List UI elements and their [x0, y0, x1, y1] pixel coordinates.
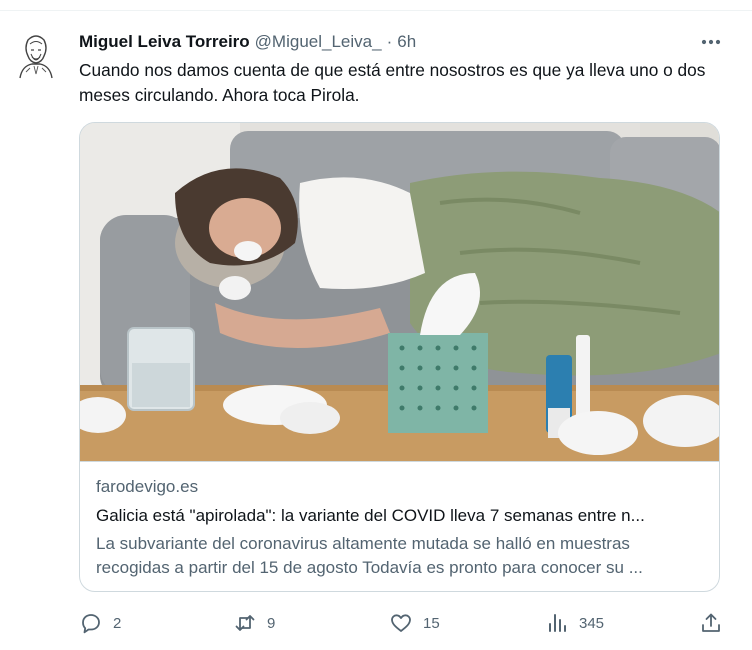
action-bar: 2 9 15 345	[79, 610, 724, 636]
like-count: 15	[423, 614, 440, 632]
avatar[interactable]	[14, 30, 58, 80]
more-icon	[701, 39, 721, 45]
author-name[interactable]: Miguel Leiva Torreiro	[79, 32, 250, 52]
reply-count: 2	[113, 614, 122, 632]
sick-woman-photo	[80, 123, 719, 461]
tweet: Miguel Leiva Torreiro @Miguel_Leiva_ · 6…	[0, 0, 752, 650]
retweet-count: 9	[267, 614, 276, 632]
link-card[interactable]: farodevigo.es Galicia está "apirolada": …	[79, 122, 720, 592]
card-description: La subvariante del coronavirus altamente…	[96, 534, 643, 577]
avatar-sketch-icon	[14, 30, 58, 80]
like-button[interactable]: 15	[389, 610, 440, 636]
more-button[interactable]	[698, 34, 724, 50]
retweet-icon	[235, 615, 255, 631]
tweet-header: Miguel Leiva Torreiro @Miguel_Leiva_ · 6…	[79, 31, 416, 53]
share-button[interactable]	[699, 610, 723, 636]
views-button[interactable]: 345	[545, 610, 604, 636]
reply-button[interactable]: 2	[79, 610, 121, 636]
card-divider	[80, 461, 719, 462]
tweet-text: Cuando nos damos cuenta de que está entr…	[79, 60, 706, 105]
views-count: 345	[579, 614, 605, 632]
card-domain: farodevigo.es	[96, 477, 199, 496]
tweet-time[interactable]: 6h	[397, 32, 416, 52]
card-title[interactable]: Galicia está "apirolada": la variante de…	[96, 506, 706, 526]
author-handle[interactable]: @Miguel_Leiva_	[255, 32, 382, 52]
reply-icon	[82, 614, 100, 634]
card-image[interactable]	[80, 123, 719, 461]
views-icon	[549, 614, 566, 632]
retweet-button[interactable]: 9	[233, 610, 275, 636]
like-icon	[391, 614, 411, 632]
share-icon	[702, 613, 720, 632]
separator-dot: ·	[386, 32, 393, 51]
